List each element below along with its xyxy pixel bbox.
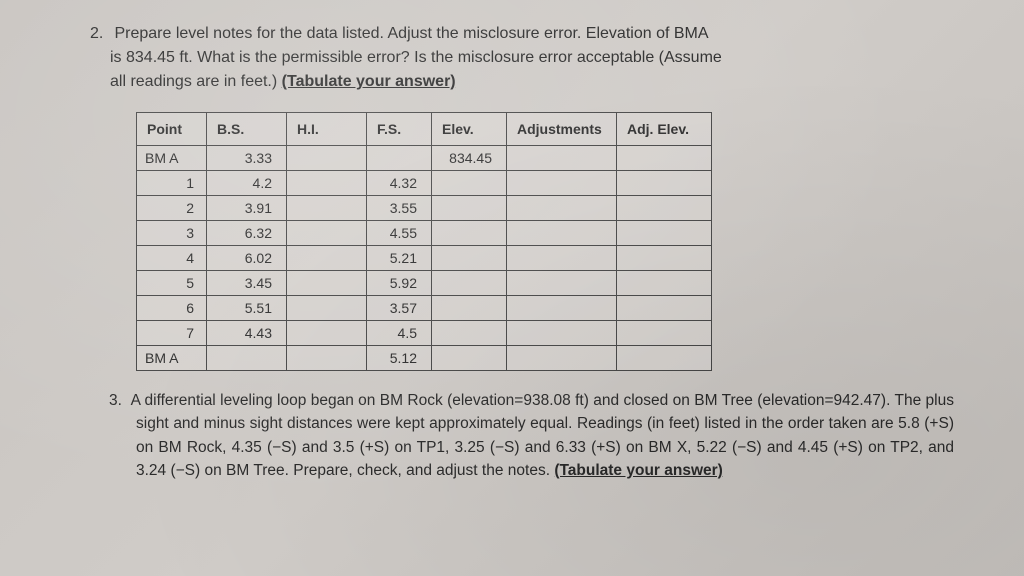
question-2: 2. Prepare level notes for the data list… xyxy=(90,22,954,94)
table-row: 46.02 5.21 xyxy=(137,246,712,271)
table-row: BM A3.33 834.45 xyxy=(137,146,712,171)
question-3-body: A differential leveling loop began on BM… xyxy=(131,392,954,479)
cell-bs: 3.45 xyxy=(207,271,287,296)
cell-fs: 5.12 xyxy=(367,346,432,371)
question-2-line1: Prepare level notes for the data listed.… xyxy=(114,25,708,42)
cell-adj-elev xyxy=(617,296,712,321)
cell-adj-elev xyxy=(617,321,712,346)
question-2-number: 2. xyxy=(90,22,110,46)
cell-point: 1 xyxy=(137,171,207,196)
cell-elev xyxy=(432,296,507,321)
cell-hi xyxy=(287,171,367,196)
cell-hi xyxy=(287,271,367,296)
cell-bs: 6.32 xyxy=(207,221,287,246)
cell-bs: 3.91 xyxy=(207,196,287,221)
question-2-line3: all readings are in feet.) xyxy=(110,73,282,90)
cell-elev xyxy=(432,321,507,346)
question-3: 3. A differential leveling loop began on… xyxy=(90,389,954,482)
cell-fs: 4.5 xyxy=(367,321,432,346)
cell-adjustments xyxy=(507,271,617,296)
cell-hi xyxy=(287,246,367,271)
cell-fs: 4.32 xyxy=(367,171,432,196)
cell-elev: 834.45 xyxy=(432,146,507,171)
cell-adj-elev xyxy=(617,146,712,171)
cell-point: 5 xyxy=(137,271,207,296)
level-notes-table: Point B.S. H.I. F.S. Elev. Adjustments A… xyxy=(136,112,712,371)
cell-fs: 3.55 xyxy=(367,196,432,221)
table-row: 36.32 4.55 xyxy=(137,221,712,246)
cell-adjustments xyxy=(507,196,617,221)
table-row: 23.91 3.55 xyxy=(137,196,712,221)
question-3-text: 3. A differential leveling loop began on… xyxy=(90,389,954,482)
cell-adj-elev xyxy=(617,196,712,221)
cell-bs: 6.02 xyxy=(207,246,287,271)
question-2-tabulate: (Tabulate your answer) xyxy=(282,73,456,90)
cell-adjustments xyxy=(507,221,617,246)
cell-hi xyxy=(287,296,367,321)
cell-point: 4 xyxy=(137,246,207,271)
cell-adjustments xyxy=(507,246,617,271)
cell-elev xyxy=(432,196,507,221)
cell-point: BM A xyxy=(137,146,207,171)
cell-fs: 3.57 xyxy=(367,296,432,321)
cell-adjustments xyxy=(507,146,617,171)
cell-hi xyxy=(287,346,367,371)
header-adj-elev: Adj. Elev. xyxy=(617,113,712,146)
cell-elev xyxy=(432,246,507,271)
cell-elev xyxy=(432,221,507,246)
cell-fs: 5.92 xyxy=(367,271,432,296)
cell-bs: 5.51 xyxy=(207,296,287,321)
cell-adjustments xyxy=(507,346,617,371)
cell-adj-elev xyxy=(617,221,712,246)
cell-adjustments xyxy=(507,321,617,346)
header-bs: B.S. xyxy=(207,113,287,146)
cell-bs xyxy=(207,346,287,371)
cell-elev xyxy=(432,271,507,296)
table-row: 74.43 4.5 xyxy=(137,321,712,346)
cell-hi xyxy=(287,221,367,246)
header-adjustments: Adjustments xyxy=(507,113,617,146)
cell-point: 2 xyxy=(137,196,207,221)
header-elev: Elev. xyxy=(432,113,507,146)
cell-fs xyxy=(367,146,432,171)
cell-bs: 4.43 xyxy=(207,321,287,346)
cell-point: BM A xyxy=(137,346,207,371)
table-body: BM A3.33834.4514.24.3223.913.5536.324.55… xyxy=(137,146,712,371)
cell-point: 3 xyxy=(137,221,207,246)
table-row: 14.2 4.32 xyxy=(137,171,712,196)
cell-hi xyxy=(287,196,367,221)
cell-hi xyxy=(287,146,367,171)
cell-adj-elev xyxy=(617,271,712,296)
question-2-line2: is 834.45 ft. What is the permissible er… xyxy=(110,49,722,66)
cell-bs: 4.2 xyxy=(207,171,287,196)
cell-elev xyxy=(432,171,507,196)
cell-adjustments xyxy=(507,171,617,196)
question-3-number: 3. xyxy=(109,392,122,409)
header-hi: H.I. xyxy=(287,113,367,146)
question-3-tabulate: (Tabulate your answer) xyxy=(554,462,723,479)
table-row: BM A 5.12 xyxy=(137,346,712,371)
cell-elev xyxy=(432,346,507,371)
header-point: Point xyxy=(137,113,207,146)
cell-fs: 5.21 xyxy=(367,246,432,271)
cell-adj-elev xyxy=(617,246,712,271)
question-2-text: 2. Prepare level notes for the data list… xyxy=(90,22,954,94)
cell-point: 7 xyxy=(137,321,207,346)
cell-fs: 4.55 xyxy=(367,221,432,246)
cell-adj-elev xyxy=(617,346,712,371)
cell-bs: 3.33 xyxy=(207,146,287,171)
cell-adj-elev xyxy=(617,171,712,196)
cell-hi xyxy=(287,321,367,346)
table-header-row: Point B.S. H.I. F.S. Elev. Adjustments A… xyxy=(137,113,712,146)
header-fs: F.S. xyxy=(367,113,432,146)
table-row: 65.51 3.57 xyxy=(137,296,712,321)
cell-adjustments xyxy=(507,296,617,321)
table-row: 53.45 5.92 xyxy=(137,271,712,296)
cell-point: 6 xyxy=(137,296,207,321)
